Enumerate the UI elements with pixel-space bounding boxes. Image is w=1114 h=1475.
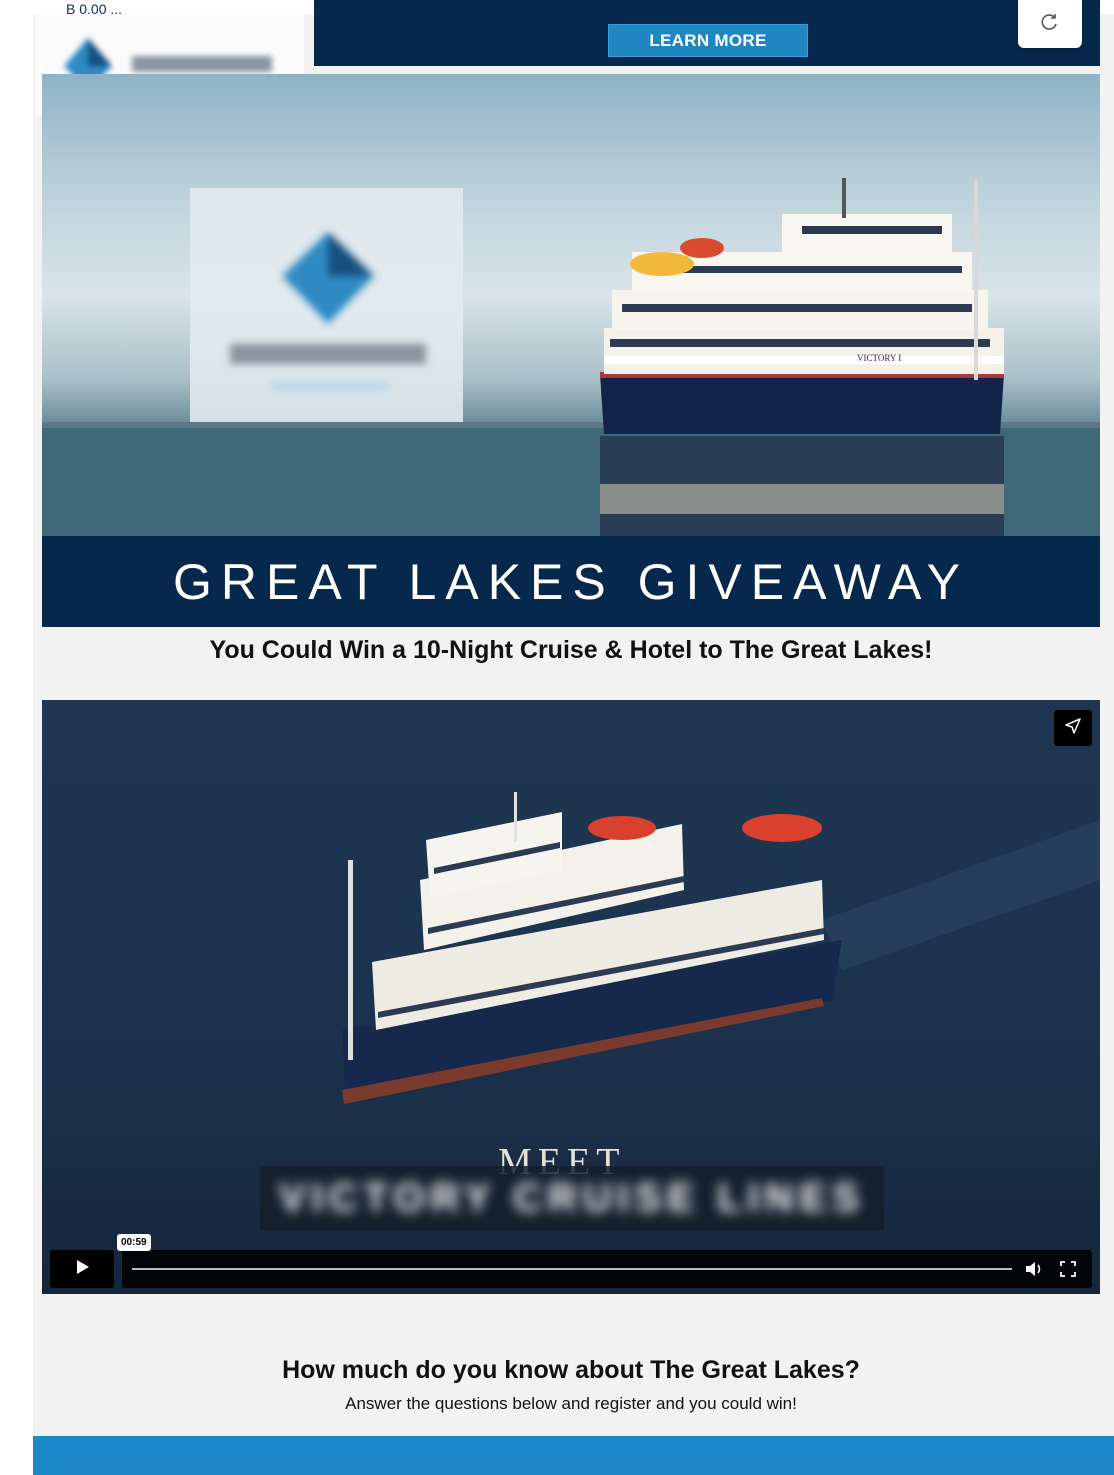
refresh-button[interactable] <box>1018 0 1082 48</box>
giveaway-title: GREAT LAKES GIVEAWAY <box>173 553 969 610</box>
refresh-icon <box>1040 12 1060 37</box>
send-icon <box>1064 717 1082 740</box>
learn-more-button[interactable]: LEARN MORE <box>608 24 808 57</box>
quiz-subheading: Answer the questions below and register … <box>345 1394 797 1413</box>
share-button[interactable] <box>1054 710 1092 746</box>
play-icon <box>74 1259 90 1280</box>
blurred-brand-text: VICTORY CRUISE LINES <box>278 1175 865 1220</box>
fullscreen-icon[interactable] <box>1058 1259 1078 1284</box>
ship-name-label: VICTORY I <box>857 353 901 363</box>
top-banner: LEARN MORE <box>314 0 1100 66</box>
progress-track[interactable] <box>132 1268 1012 1270</box>
hero-logo-overlay <box>190 188 463 422</box>
play-button[interactable] <box>50 1250 114 1288</box>
video-controls: 00:59 <box>50 1234 1092 1288</box>
giveaway-title-band: GREAT LAKES GIVEAWAY <box>42 536 1100 627</box>
video-timeline[interactable]: 00:59 <box>117 1234 1092 1288</box>
time-tooltip: 00:59 <box>117 1234 151 1251</box>
quiz-heading: How much do you know about The Great Lak… <box>282 1356 860 1384</box>
hero-image: VICTORY I <box>42 74 1100 536</box>
form-section-header <box>33 1436 1114 1475</box>
video-player[interactable]: MEET VICTORY CRUISE LINES 00:59 <box>42 700 1100 1294</box>
giveaway-subtitle: You Could Win a 10-Night Cruise & Hotel … <box>209 636 933 664</box>
volume-icon[interactable] <box>1024 1259 1044 1284</box>
video-overlay-blurred-banner: VICTORY CRUISE LINES <box>260 1166 884 1230</box>
cut-off-contact-text: B 0.00 ... <box>66 4 123 14</box>
